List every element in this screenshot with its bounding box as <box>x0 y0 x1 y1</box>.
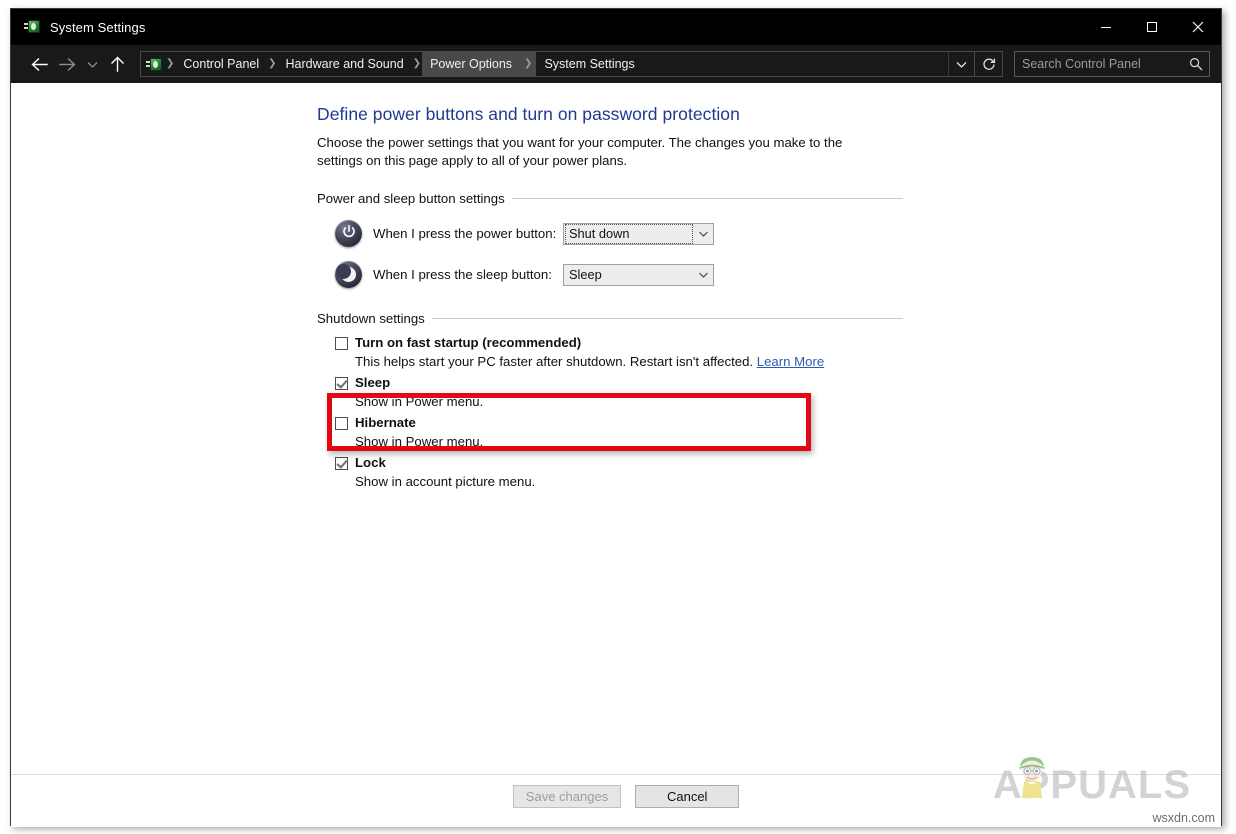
power-sleep-group-header: Power and sleep button settings <box>317 191 903 206</box>
system-settings-window: System Settings <box>10 8 1222 826</box>
footer-buttons: Save changes Cancel <box>11 785 1221 808</box>
power-sleep-group: Power and sleep button settings <box>317 191 903 288</box>
breadcrumb-item-power-options[interactable]: Power Options <box>422 52 520 76</box>
power-button-row: When I press the power button: Shut down <box>317 220 903 247</box>
lock-description: Show in account picture menu. <box>355 473 903 490</box>
window-title: System Settings <box>50 20 145 35</box>
breadcrumb-item-system-settings[interactable]: System Settings <box>536 52 642 76</box>
maximize-icon[interactable] <box>1129 9 1175 45</box>
search-input[interactable] <box>1015 57 1183 71</box>
forward-arrow-icon[interactable] <box>53 49 81 79</box>
hibernate-description: Show in Power menu. <box>355 433 903 450</box>
fast-startup-description-text: This helps start your PC faster after sh… <box>355 354 753 369</box>
address-bar: ❯ Control Panel ❯ Hardware and Sound ❯ P… <box>11 45 1221 83</box>
chevron-right-icon: ❯ <box>412 52 422 76</box>
sleep-moon-icon <box>335 261 362 288</box>
screenshot-root: System Settings <box>0 0 1236 834</box>
power-sleep-group-title: Power and sleep button settings <box>317 191 505 206</box>
breadcrumb-item-hardware-and-sound[interactable]: Hardware and Sound <box>278 52 412 76</box>
minimize-icon[interactable] <box>1083 9 1129 45</box>
recent-locations-chevron-down-icon[interactable] <box>81 49 103 79</box>
sleep-button-action-select[interactable]: Sleep <box>563 264 714 286</box>
chevron-right-icon: ❯ <box>520 52 536 76</box>
up-arrow-icon[interactable] <box>103 49 131 79</box>
settings-page: Define power buttons and turn on passwor… <box>317 103 903 490</box>
fast-startup-description: This helps start your PC faster after sh… <box>355 353 903 370</box>
page-title: Define power buttons and turn on passwor… <box>317 103 903 125</box>
shutdown-options-list: Turn on fast startup (recommended) This … <box>317 335 903 490</box>
sleep-button-action-value: Sleep <box>564 266 694 284</box>
wsxdn-watermark: wsxdn.com <box>1152 811 1215 825</box>
control-panel-icon <box>146 57 161 72</box>
control-panel-icon <box>24 19 41 36</box>
power-button-action-select[interactable]: Shut down <box>563 223 714 245</box>
learn-more-link[interactable]: Learn More <box>757 354 824 369</box>
option-hibernate: Hibernate Show in Power menu. <box>335 415 903 450</box>
power-button-label: When I press the power button: <box>373 226 563 241</box>
sleep-description: Show in Power menu. <box>355 393 903 410</box>
title-bar-left: System Settings <box>11 19 145 36</box>
breadcrumb-item-control-panel[interactable]: Control Panel <box>175 52 267 76</box>
page-description: Choose the power settings that you want … <box>317 134 885 170</box>
chevron-down-icon[interactable] <box>694 271 713 279</box>
search-box[interactable] <box>1014 51 1210 77</box>
chevron-right-icon: ❯ <box>165 52 175 76</box>
section-divider <box>432 318 903 319</box>
sleep-button-row: When I press the sleep button: Sleep <box>317 261 903 288</box>
chevron-right-icon: ❯ <box>267 52 277 76</box>
section-divider <box>512 198 903 199</box>
title-bar: System Settings <box>11 9 1221 45</box>
power-button-icon <box>335 220 362 247</box>
breadcrumb[interactable]: ❯ Control Panel ❯ Hardware and Sound ❯ P… <box>140 51 975 77</box>
hibernate-checkbox[interactable] <box>335 417 348 430</box>
sleep-label: Sleep <box>355 375 390 391</box>
search-icon[interactable] <box>1183 52 1209 76</box>
window-controls <box>1083 9 1221 45</box>
sleep-checkbox[interactable] <box>335 377 348 390</box>
shutdown-settings-group-title: Shutdown settings <box>317 311 425 326</box>
shutdown-settings-group-header: Shutdown settings <box>317 311 903 326</box>
option-fast-startup: Turn on fast startup (recommended) This … <box>335 335 903 370</box>
back-arrow-icon[interactable] <box>25 49 53 79</box>
power-button-action-value: Shut down <box>566 225 692 243</box>
save-changes-button[interactable]: Save changes <box>513 785 621 808</box>
option-lock: Lock Show in account picture menu. <box>335 455 903 490</box>
hibernate-label: Hibernate <box>355 415 416 431</box>
option-sleep: Sleep Show in Power menu. <box>335 375 903 410</box>
cancel-button[interactable]: Cancel <box>635 785 739 808</box>
breadcrumb-root-icon[interactable] <box>141 52 165 76</box>
refresh-icon[interactable] <box>975 51 1003 77</box>
shutdown-settings-group: Shutdown settings Turn on fast startup (… <box>317 311 903 490</box>
chevron-down-icon[interactable] <box>694 230 713 238</box>
fast-startup-checkbox[interactable] <box>335 337 348 350</box>
fast-startup-label: Turn on fast startup (recommended) <box>355 335 581 351</box>
lock-label: Lock <box>355 455 386 471</box>
address-dropdown-chevron-down-icon[interactable] <box>948 52 974 76</box>
sleep-button-label: When I press the sleep button: <box>373 267 563 282</box>
footer-divider <box>11 774 1221 775</box>
lock-checkbox[interactable] <box>335 457 348 470</box>
content-area: Define power buttons and turn on passwor… <box>11 83 1221 827</box>
close-icon[interactable] <box>1175 9 1221 45</box>
